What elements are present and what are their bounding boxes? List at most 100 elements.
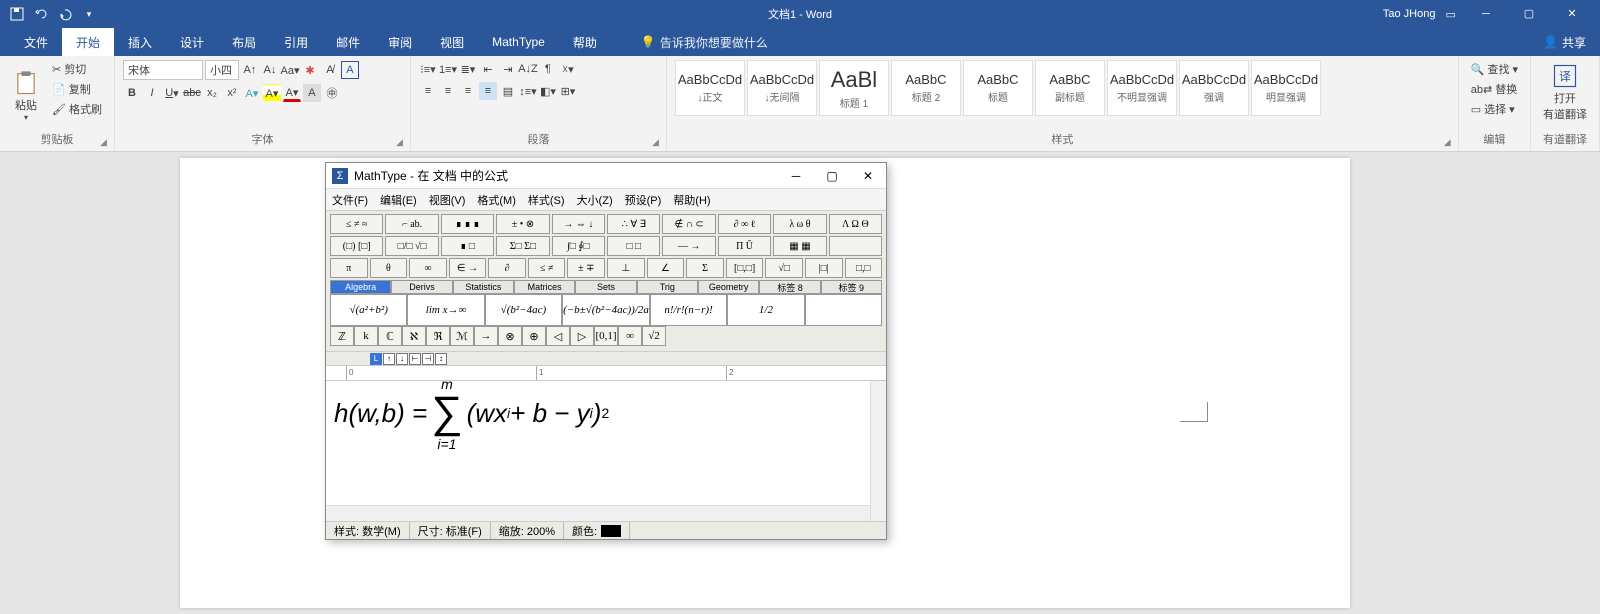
char-shading-button[interactable]: A	[303, 84, 321, 102]
ribbon-display-icon[interactable]: ▭	[1445, 8, 1455, 21]
clear-format-button[interactable]: A̸	[321, 61, 339, 79]
font-launcher-icon[interactable]: ◢	[396, 137, 408, 149]
tab-insert[interactable]: 插入	[114, 28, 166, 56]
tab-references[interactable]: 引用	[270, 28, 322, 56]
find-button[interactable]: 🔍查找▾	[1467, 60, 1522, 78]
palette-button[interactable]: ∈ →	[449, 258, 487, 278]
close-icon[interactable]: ✕	[1552, 0, 1592, 28]
palette-button[interactable]: ∞	[409, 258, 447, 278]
share-button[interactable]: 👤共享	[1543, 34, 1586, 51]
font-size-select[interactable]: 小四	[205, 60, 239, 80]
palette-button[interactable]: ± ∓	[567, 258, 605, 278]
palette-button[interactable]: Π Ū	[718, 236, 771, 256]
palette-button[interactable]: ∫□ ∮□	[552, 236, 605, 256]
enclose-char-button[interactable]: ㊥	[323, 84, 341, 102]
palette-button[interactable]: ± • ⊗	[496, 214, 549, 234]
style-item[interactable]: AaBbCcDd↓正文	[675, 60, 745, 116]
palette-button[interactable]: □ □	[607, 236, 660, 256]
palette-button[interactable]: λ ω θ	[773, 214, 826, 234]
subscript-button[interactable]: x₂	[203, 84, 221, 102]
char-border-button[interactable]: A	[341, 61, 359, 79]
style-item[interactable]: AaBbCcDd不明显强调	[1107, 60, 1177, 116]
palette-button[interactable]: (−b±√(b²−4ac))/2a	[562, 294, 650, 326]
symbol-button[interactable]: [0,1]	[594, 326, 618, 346]
bullets-button[interactable]: ⁝≡▾	[419, 60, 437, 78]
symbol-button[interactable]: k	[354, 326, 378, 346]
phonetic-button[interactable]: ✱	[301, 61, 319, 79]
palette-button[interactable]	[805, 294, 882, 326]
style-item[interactable]: AaBbC副标题	[1035, 60, 1105, 116]
palette-tab[interactable]: 标签 9	[821, 280, 882, 294]
palette-button[interactable]: □,□	[845, 258, 883, 278]
justify-button[interactable]: ≡	[479, 82, 497, 100]
mt-menu-preset[interactable]: 预设(P)	[625, 192, 662, 208]
palette-button[interactable]: n!/r!(n−r)!	[650, 294, 727, 326]
para-launcher-icon[interactable]: ◢	[652, 137, 664, 149]
bold-button[interactable]: B	[123, 84, 141, 102]
palette-button[interactable]: √(a²+b²)	[330, 294, 407, 326]
palette-tab[interactable]: Algebra	[330, 280, 391, 294]
symbol-button[interactable]: ◁	[546, 326, 570, 346]
align-left-button[interactable]: ≡	[419, 82, 437, 100]
borders-button[interactable]: ⊞▾	[559, 82, 577, 100]
align-right-button[interactable]: ≡	[459, 82, 477, 100]
palette-tab[interactable]: 标签 8	[759, 280, 820, 294]
distribute-button[interactable]: ▤	[499, 82, 517, 100]
multilevel-button[interactable]: ≣▾	[459, 60, 477, 78]
tab-layout[interactable]: 布局	[218, 28, 270, 56]
mt-scrollbar-v[interactable]	[870, 381, 886, 521]
superscript-button[interactable]: x²	[223, 84, 241, 102]
user-name[interactable]: Tao JHong	[1383, 8, 1436, 20]
palette-button[interactable]: lim x→∞	[407, 294, 484, 326]
symbol-button[interactable]: ℳ	[450, 326, 474, 346]
palette-tab[interactable]: Matrices	[514, 280, 575, 294]
palette-button[interactable]: ∴ ∀ ∃	[607, 214, 660, 234]
increase-indent-button[interactable]: ⇥	[499, 60, 517, 78]
formula[interactable]: h(w,b) = ∑ m i=1 (wxi + b − yi )2	[334, 391, 878, 435]
mathtype-ruler[interactable]: 012	[326, 365, 886, 381]
tab-view[interactable]: 视图	[426, 28, 478, 56]
copy-button[interactable]: 📄复制	[48, 80, 106, 98]
clipboard-launcher-icon[interactable]: ◢	[100, 137, 112, 149]
underline-button[interactable]: U▾	[163, 84, 181, 102]
symbol-button[interactable]: ℵ	[402, 326, 426, 346]
format-painter-button[interactable]: 🖌格式刷	[48, 100, 106, 118]
tab-review[interactable]: 审阅	[374, 28, 426, 56]
align-center-button[interactable]: ≡	[439, 82, 457, 100]
symbol-button[interactable]: ℤ	[330, 326, 354, 346]
style-item[interactable]: AaBbC标题 2	[891, 60, 961, 116]
palette-button[interactable]: ∎ ∎ ∎	[441, 214, 494, 234]
tell-me[interactable]: 💡告诉我你想要做什么	[641, 34, 768, 51]
style-gallery[interactable]: AaBbCcDd↓正文AaBbCcDd↓无间隔AaBl标题 1AaBbC标题 2…	[675, 60, 1450, 116]
palette-button[interactable]: ∎ □	[441, 236, 494, 256]
palette-tab[interactable]: Derivs	[391, 280, 452, 294]
font-color-button[interactable]: A▾	[283, 84, 301, 102]
mt-close-icon[interactable]: ✕	[850, 163, 886, 189]
palette-button[interactable]: ⌐ ab.	[385, 214, 438, 234]
palette-button[interactable]: ≤ ≠ ≈	[330, 214, 383, 234]
font-name-select[interactable]: 宋体	[123, 60, 203, 80]
shrink-font-button[interactable]: A↓	[261, 61, 279, 79]
palette-button[interactable]: → ⇔ ↓	[552, 214, 605, 234]
palette-button[interactable]: — →	[662, 236, 715, 256]
color-swatch[interactable]	[601, 525, 621, 537]
palette-button[interactable]: Σ□ Σ□	[496, 236, 549, 256]
palette-button[interactable]: 1/2	[727, 294, 804, 326]
tab-help[interactable]: 帮助	[559, 28, 611, 56]
palette-button[interactable]: ∂	[488, 258, 526, 278]
symbol-button[interactable]: ℂ	[378, 326, 402, 346]
mt-maximize-icon[interactable]: ▢	[814, 163, 850, 189]
palette-button[interactable]: Λ Ω Θ	[829, 214, 882, 234]
tab-file[interactable]: 文件	[10, 28, 62, 56]
palette-tab[interactable]: Trig	[637, 280, 698, 294]
cut-button[interactable]: ✂剪切	[48, 60, 106, 78]
palette-button[interactable]: √(b²−4ac)	[485, 294, 562, 326]
palette-button[interactable]: √□	[765, 258, 803, 278]
palette-button[interactable]: ⊥	[607, 258, 645, 278]
symbol-button[interactable]: ⊗	[498, 326, 522, 346]
qat-dropdown-icon[interactable]: ▾	[78, 3, 100, 25]
redo-icon[interactable]	[54, 3, 76, 25]
maximize-icon[interactable]: ▢	[1509, 0, 1549, 28]
symbol-button[interactable]: →	[474, 326, 498, 346]
palette-button[interactable]	[829, 236, 882, 256]
